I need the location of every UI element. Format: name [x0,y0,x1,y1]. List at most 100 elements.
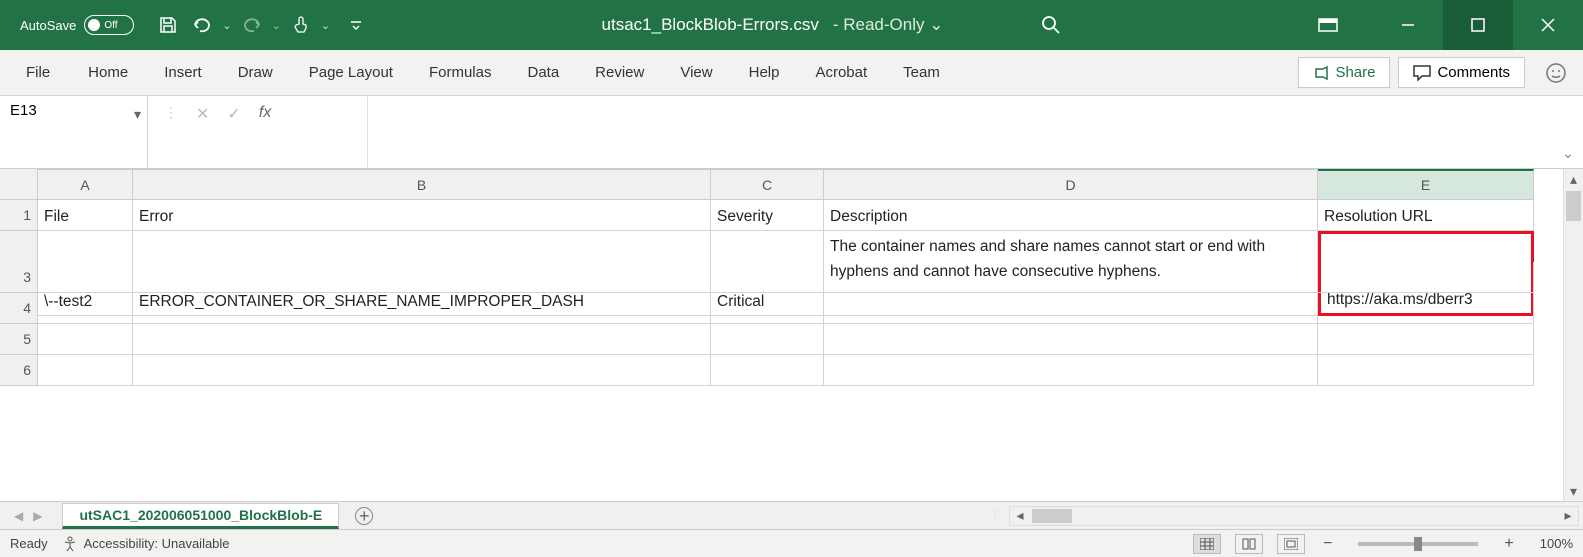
scroll-down-icon[interactable]: ▾ [1564,481,1583,501]
qat-customize-icon[interactable] [342,11,370,39]
add-sheet-icon[interactable]: + [355,507,373,525]
row-header-1[interactable]: 1 [0,200,38,231]
accessibility-icon [62,536,78,552]
close-button[interactable] [1513,0,1583,50]
tab-page-layout[interactable]: Page Layout [291,56,411,89]
col-header-e[interactable]: E [1318,169,1534,200]
zoom-slider[interactable] [1358,542,1478,546]
feedback-icon[interactable] [1541,58,1571,88]
cell-a6[interactable] [38,355,133,386]
tab-insert[interactable]: Insert [146,56,220,89]
horizontal-scrollbar[interactable]: ◂ ▸ [1009,506,1579,526]
cell-e6[interactable] [1318,355,1534,386]
zoom-level[interactable]: 100% [1540,536,1573,551]
col-header-b[interactable]: B [133,169,711,200]
undo-icon[interactable] [188,11,216,39]
formula-bar: ▾ ⋮ ✕ ✓ fx ⌄ [0,96,1583,169]
scroll-thumb[interactable] [1566,191,1581,221]
col-header-d[interactable]: D [824,169,1318,200]
zoom-in-button[interactable]: + [1500,535,1517,553]
autosave-toggle[interactable]: AutoSave Off [20,15,134,35]
tab-acrobat[interactable]: Acrobat [797,56,885,89]
save-icon[interactable] [154,11,182,39]
comments-button[interactable]: Comments [1398,57,1525,88]
title-bar: AutoSave Off ⌄ ⌄ ⌄ [0,0,1583,50]
cell-a4[interactable] [38,293,133,324]
formula-expand-icon[interactable]: ⌄ [1559,138,1577,168]
sheet-tab[interactable]: utSAC1_202006051000_BlockBlob-E [62,503,339,529]
ribbon-display-icon[interactable] [1293,0,1363,50]
undo-dropdown-icon[interactable]: ⌄ [222,19,231,32]
tab-help[interactable]: Help [731,56,798,89]
zoom-slider-thumb[interactable] [1414,537,1422,551]
cell-d5[interactable] [824,324,1318,355]
name-box-dropdown-icon[interactable]: ▾ [134,106,141,123]
accessibility-status[interactable]: Accessibility: Unavailable [62,536,230,552]
tab-draw[interactable]: Draw [220,56,291,89]
search-icon[interactable] [1041,15,1061,35]
cell-c6[interactable] [711,355,824,386]
cell-c4[interactable] [711,293,824,324]
cell-b1[interactable]: Error [133,200,711,231]
redo-dropdown-icon: ⌄ [272,19,281,32]
cell-e3[interactable] [1318,262,1534,293]
cell-d3[interactable] [824,262,1318,293]
autosave-switch[interactable]: Off [84,15,134,35]
fx-icon[interactable]: fx [259,104,271,122]
view-page-layout-icon[interactable] [1235,534,1263,554]
tab-review[interactable]: Review [577,56,662,89]
cell-c1[interactable]: Severity [711,200,824,231]
view-page-break-icon[interactable] [1277,534,1305,554]
cell-d6[interactable] [824,355,1318,386]
scroll-up-icon[interactable]: ▴ [1564,169,1583,189]
cell-b3[interactable] [133,262,711,293]
vertical-scrollbar[interactable]: ▴ ▾ [1563,169,1583,501]
cell-b5[interactable] [133,324,711,355]
tab-team[interactable]: Team [885,56,958,89]
tab-view[interactable]: View [662,56,730,89]
tab-data[interactable]: Data [509,56,577,89]
cell-b6[interactable] [133,355,711,386]
document-title: utsac1_BlockBlob-Errors.csv [602,15,819,35]
col-header-a[interactable]: A [38,169,133,200]
select-all-corner[interactable] [0,169,38,200]
row-header-4[interactable]: 4 [0,293,38,324]
cell-a3[interactable] [38,262,133,293]
name-box[interactable]: ▾ [0,96,148,168]
scroll-right-icon[interactable]: ▸ [1558,507,1578,524]
touch-dropdown-icon[interactable]: ⌄ [321,19,330,32]
row-header-6[interactable]: 6 [0,355,38,386]
read-only-badge[interactable]: - Read-Only ⌄ [833,15,944,35]
cell-a1[interactable]: File [38,200,133,231]
comment-icon [1413,65,1431,81]
cell-e4[interactable] [1318,293,1534,324]
formula-input[interactable] [368,96,1583,168]
tab-file[interactable]: File [6,56,70,89]
name-box-input[interactable] [10,102,110,119]
row-header-5[interactable]: 5 [0,324,38,355]
tab-split-handle-icon[interactable]: ⋮ [990,510,1001,521]
cell-d1[interactable]: Description [824,200,1318,231]
sheet-nav-prev-icon[interactable]: ◀ [14,509,23,523]
view-normal-icon[interactable] [1193,534,1221,554]
col-header-c[interactable]: C [711,169,824,200]
tab-home[interactable]: Home [70,56,146,89]
minimize-button[interactable] [1373,0,1443,50]
cell-b4[interactable] [133,293,711,324]
restore-button[interactable] [1443,0,1513,50]
hscroll-thumb[interactable] [1032,509,1072,523]
cell-e5[interactable] [1318,324,1534,355]
cell-e1[interactable]: Resolution URL [1318,200,1534,231]
share-button[interactable]: Share [1298,57,1390,88]
cell-c3[interactable] [711,262,824,293]
row-header-3[interactable]: 3 [0,262,38,293]
touch-mode-icon[interactable] [287,11,315,39]
cell-d4[interactable] [824,293,1318,324]
cell-c5[interactable] [711,324,824,355]
sheet-nav-next-icon[interactable]: ▶ [33,509,42,523]
ribbon: File Home Insert Draw Page Layout Formul… [0,50,1583,96]
cell-a5[interactable] [38,324,133,355]
zoom-out-button[interactable]: − [1319,535,1336,553]
tab-formulas[interactable]: Formulas [411,56,510,89]
scroll-left-icon[interactable]: ◂ [1010,507,1030,524]
